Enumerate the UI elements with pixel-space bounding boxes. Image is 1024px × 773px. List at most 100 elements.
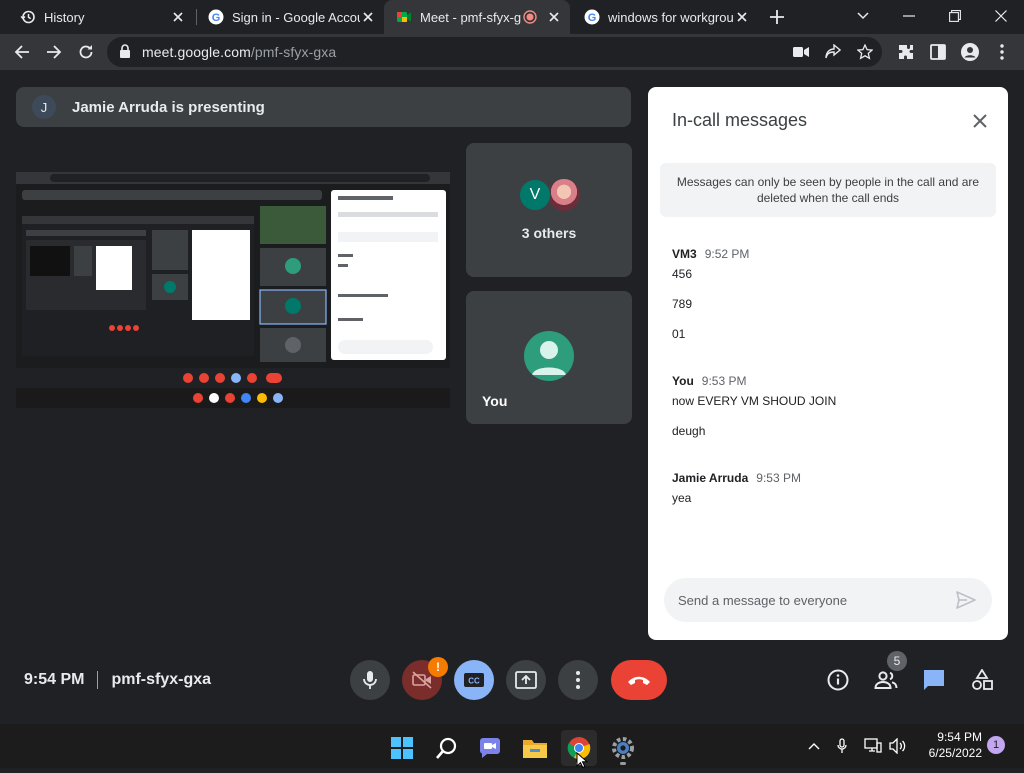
side-panel-icon[interactable] bbox=[924, 38, 952, 66]
send-icon[interactable] bbox=[956, 590, 976, 610]
teams-chat-icon bbox=[478, 737, 502, 759]
tray-microphone[interactable] bbox=[832, 736, 852, 756]
message-group: Jamie Arruda 9:53 PM yea bbox=[672, 471, 801, 505]
close-tab-icon[interactable] bbox=[170, 9, 186, 25]
shared-screen[interactable] bbox=[16, 160, 450, 408]
url-text[interactable]: meet.google.com/pmf-sfyx-gxa bbox=[142, 44, 336, 60]
close-icon[interactable] bbox=[968, 109, 992, 133]
present-button[interactable] bbox=[506, 660, 546, 700]
lock-icon[interactable] bbox=[119, 44, 131, 59]
activities-button[interactable] bbox=[967, 665, 997, 695]
participant-tile-self[interactable]: You bbox=[466, 291, 632, 424]
network-icon bbox=[864, 738, 882, 754]
people-count-badge: 5 bbox=[887, 651, 907, 671]
message-composer bbox=[664, 578, 992, 622]
microphone-icon bbox=[363, 670, 377, 690]
chrome-menu-icon[interactable] bbox=[988, 38, 1016, 66]
mouse-cursor-icon bbox=[576, 751, 589, 773]
reload-icon[interactable] bbox=[72, 38, 100, 66]
present-screen-icon bbox=[515, 671, 537, 689]
chat-button[interactable] bbox=[919, 665, 949, 695]
recording-icon bbox=[522, 9, 538, 25]
taskbar: 9:54 PM 6/25/2022 1 bbox=[0, 724, 1024, 768]
close-tab-icon[interactable] bbox=[546, 9, 562, 25]
shared-screen-content bbox=[16, 160, 450, 408]
clock-date: 6/25/2022 bbox=[928, 746, 982, 760]
google-icon: G bbox=[208, 9, 224, 25]
message-time: 9:53 PM bbox=[701, 374, 747, 388]
chat-panel: In-call messages Messages can only be se… bbox=[648, 87, 1008, 640]
show-hidden-icons[interactable] bbox=[804, 736, 824, 756]
participant-photo bbox=[548, 179, 580, 211]
camera-in-use-icon[interactable] bbox=[793, 45, 809, 59]
bookmark-star-icon[interactable] bbox=[857, 44, 873, 60]
tab-history[interactable]: History bbox=[8, 0, 194, 34]
presenter-avatar: J bbox=[32, 95, 56, 119]
restore-icon[interactable] bbox=[932, 0, 978, 32]
svg-text:G: G bbox=[212, 12, 221, 24]
running-indicator bbox=[620, 762, 626, 765]
forward-icon[interactable] bbox=[40, 38, 68, 66]
message-sender: Jamie Arruda bbox=[672, 471, 749, 485]
extensions-icon[interactable] bbox=[892, 38, 920, 66]
message-text: 789 bbox=[672, 297, 693, 311]
camera-alert-badge: ! bbox=[428, 657, 448, 677]
taskbar-clock[interactable]: 9:54 PM 6/25/2022 bbox=[918, 729, 982, 761]
meeting-time: 9:54 PM bbox=[24, 671, 85, 688]
tab-title: windows for workgroup bbox=[608, 9, 734, 25]
message-time: 9:53 PM bbox=[756, 471, 801, 485]
taskbar-search[interactable] bbox=[429, 730, 465, 766]
message-text: 456 bbox=[672, 267, 693, 281]
close-tab-icon[interactable] bbox=[360, 9, 376, 25]
meeting-code: pmf-sfyx-gxa bbox=[111, 671, 212, 688]
svg-text:G: G bbox=[588, 12, 597, 24]
captions-button[interactable]: CC bbox=[454, 660, 494, 700]
taskbar-teams-chat[interactable] bbox=[472, 730, 508, 766]
message-group: VM3 9:52 PM 456 789 01 bbox=[672, 247, 749, 341]
tray-network[interactable] bbox=[863, 736, 883, 756]
volume-icon bbox=[889, 738, 907, 754]
participant-avatar: V bbox=[519, 179, 551, 211]
tab-windows-for-workgroups[interactable]: G windows for workgroup bbox=[572, 0, 758, 34]
chat-title: In-call messages bbox=[672, 110, 808, 130]
tab-google-sign-in[interactable]: G Sign in - Google Accou bbox=[196, 0, 384, 34]
more-options-button[interactable] bbox=[558, 660, 598, 700]
back-icon[interactable] bbox=[8, 38, 36, 66]
close-window-icon[interactable] bbox=[978, 0, 1024, 32]
profile-icon[interactable] bbox=[956, 38, 984, 66]
self-label: You bbox=[482, 393, 508, 409]
end-call-icon bbox=[626, 674, 652, 686]
address-bar[interactable]: meet.google.com/pmf-sfyx-gxa bbox=[107, 37, 882, 67]
meeting-details: 9:54 PM pmf-sfyx-gxa bbox=[24, 670, 211, 690]
minimize-icon[interactable] bbox=[886, 0, 932, 32]
leave-call-button[interactable] bbox=[611, 660, 667, 700]
message-text: now EVERY VM SHOUD JOIN bbox=[672, 394, 837, 408]
share-icon[interactable] bbox=[825, 44, 841, 60]
notification-badge[interactable]: 1 bbox=[987, 736, 1005, 754]
new-tab-icon[interactable] bbox=[766, 6, 788, 28]
message-text: yea bbox=[672, 491, 692, 505]
meeting-details-button[interactable] bbox=[823, 665, 853, 695]
others-label: 3 others bbox=[521, 225, 577, 241]
browser-toolbar: meet.google.com/pmf-sfyx-gxa bbox=[0, 34, 1024, 70]
message-input[interactable] bbox=[678, 590, 938, 610]
tray-volume[interactable] bbox=[888, 736, 908, 756]
taskbar-settings[interactable] bbox=[605, 730, 641, 766]
google-icon: G bbox=[584, 9, 600, 25]
tab-search-icon[interactable] bbox=[840, 0, 886, 32]
message-group: You 9:53 PM now EVERY VM SHOUD JOIN deug… bbox=[672, 374, 836, 438]
microphone-in-use-icon bbox=[837, 738, 847, 754]
history-icon bbox=[20, 9, 36, 25]
taskbar-file-explorer[interactable] bbox=[517, 730, 553, 766]
microphone-button[interactable] bbox=[350, 660, 390, 700]
tab-meet[interactable]: Meet - pmf-sfyx-g bbox=[384, 0, 570, 34]
start-button[interactable] bbox=[384, 730, 420, 766]
divider bbox=[97, 671, 99, 689]
settings-gear-icon bbox=[611, 736, 635, 760]
participant-tile-others[interactable]: V 3 others bbox=[466, 143, 632, 277]
meet-stage: J Jamie Arruda is presenting V 3 others … bbox=[0, 70, 1024, 724]
clock-time: 9:54 PM bbox=[937, 730, 982, 744]
message-sender: You bbox=[672, 374, 694, 388]
close-tab-icon[interactable] bbox=[734, 9, 750, 25]
tab-title: History bbox=[44, 9, 85, 25]
